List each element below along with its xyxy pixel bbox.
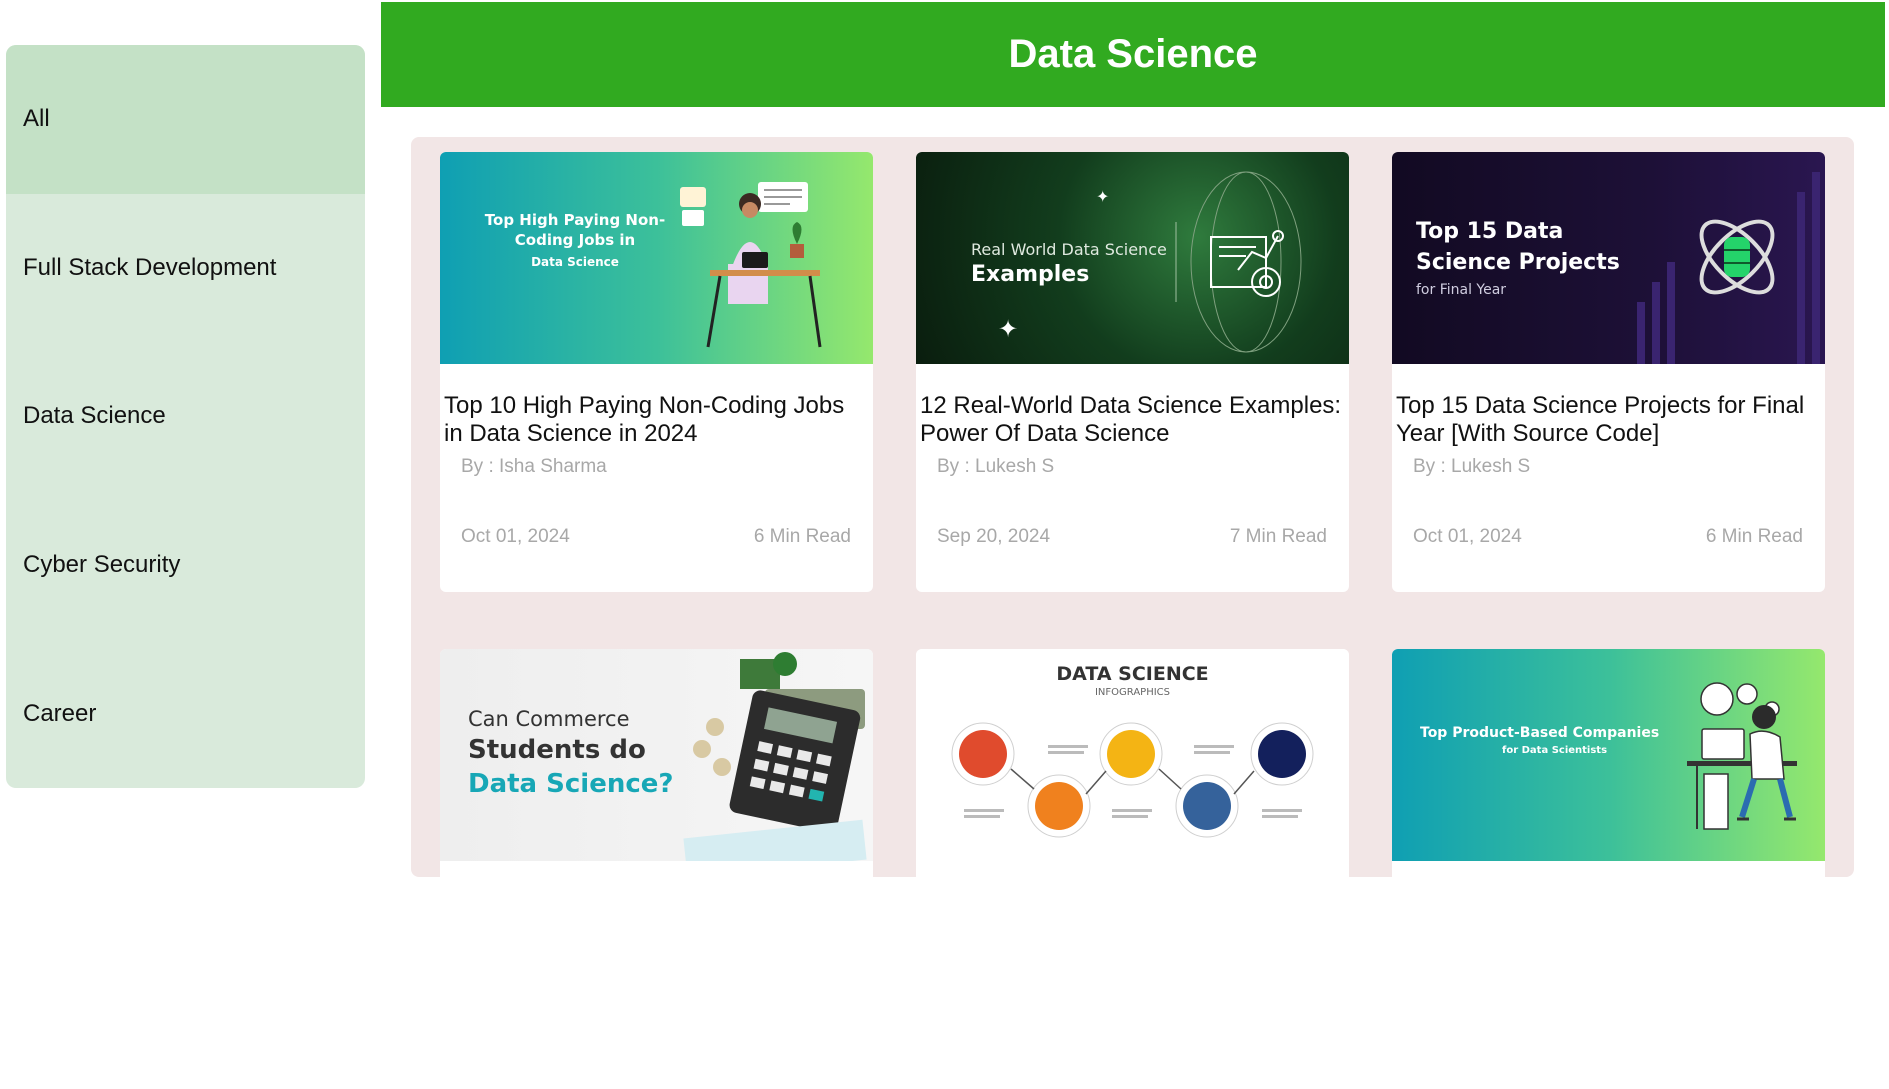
svg-text:✦: ✦ — [998, 316, 1018, 343]
article-title[interactable]: Top 15 Data Science Projects for Final Y… — [1396, 392, 1821, 448]
article-thumbnail[interactable]: DATA SCIENCE INFOGRAPHICS — [916, 649, 1349, 861]
article-thumbnail[interactable]: Can Commerce Students do Data Science? — [440, 649, 873, 861]
sidebar-item-career[interactable]: Career — [6, 639, 365, 788]
article-author: By : Isha Sharma — [461, 456, 607, 477]
page-header: Data Science — [381, 2, 1885, 107]
article-thumbnail[interactable]: Top High Paying Non-Coding Jobs in Data … — [440, 152, 873, 364]
article-date: Sep 20, 2024 — [937, 526, 1051, 547]
sidebar-item-cyber-security[interactable]: Cyber Security — [6, 491, 365, 640]
article-card[interactable]: Top 15 Data Science Projects for Final Y… — [1392, 152, 1825, 592]
article-author: By : Lukesh S — [937, 456, 1055, 477]
sidebar-item-data-science[interactable]: Data Science — [6, 342, 365, 491]
sidebar-item-full-stack-development[interactable]: Full Stack Development — [6, 194, 365, 343]
database-atom-illustration — [1637, 172, 1820, 364]
person-at-computer-illustration — [1687, 682, 1797, 830]
person-at-desk-illustration — [680, 182, 822, 348]
sidebar-item-label: Career — [23, 699, 97, 727]
article-author: By : Lukesh S — [1413, 456, 1531, 477]
thumbnail-caption: Top High Paying Non-Coding Jobs in Data … — [484, 211, 666, 269]
article-card[interactable]: Top Product-Based Companies for Data Sci… — [1392, 649, 1825, 1089]
article-title[interactable]: 12 Real-World Data Science Examples: Pow… — [920, 392, 1345, 448]
article-grid: Top High Paying Non-Coding Jobs in Data … — [440, 152, 1825, 1089]
article-card[interactable]: Top High Paying Non-Coding Jobs in Data … — [440, 152, 873, 592]
article-card[interactable]: Real World Data Science Examples ✦ ✦ 12 … — [916, 152, 1349, 592]
svg-text:✦: ✦ — [1096, 189, 1109, 206]
category-sidebar: All Full Stack Development Data Science … — [6, 45, 365, 788]
calculator-money-illustration — [683, 652, 867, 861]
analytics-icon-illustration: ✦ ✦ — [998, 171, 1302, 353]
article-read-time: 6 Min Read — [1705, 526, 1803, 547]
article-date: Oct 01, 2024 — [461, 526, 570, 547]
article-read-time: 6 Min Read — [753, 526, 851, 547]
article-date: Oct 01, 2024 — [1413, 526, 1522, 547]
article-read-time: 7 Min Read — [1229, 526, 1327, 547]
article-panel: Top High Paying Non-Coding Jobs in Data … — [411, 137, 1854, 1089]
sidebar-item-label: Data Science — [23, 402, 166, 430]
article-thumbnail[interactable]: Top 15 Data Science Projects for Final Y… — [1392, 152, 1825, 364]
article-thumbnail[interactable]: Top Product-Based Companies for Data Sci… — [1392, 649, 1825, 861]
sidebar-item-label: Cyber Security — [23, 551, 181, 579]
sidebar-item-label: Full Stack Development — [23, 253, 277, 281]
article-card[interactable]: DATA SCIENCE INFOGRAPHICS — [916, 649, 1349, 1089]
article-title[interactable]: Top 10 High Paying Non-Coding Jobs in Da… — [444, 392, 869, 448]
page-title: Data Science — [1008, 32, 1258, 76]
sidebar-item-label: All — [23, 105, 50, 133]
sidebar-item-all[interactable]: All — [6, 45, 365, 194]
article-card[interactable]: Can Commerce Students do Data Science? — [440, 649, 873, 1089]
infographic-illustration — [951, 722, 1314, 838]
article-thumbnail[interactable]: Real World Data Science Examples ✦ ✦ — [916, 152, 1349, 364]
